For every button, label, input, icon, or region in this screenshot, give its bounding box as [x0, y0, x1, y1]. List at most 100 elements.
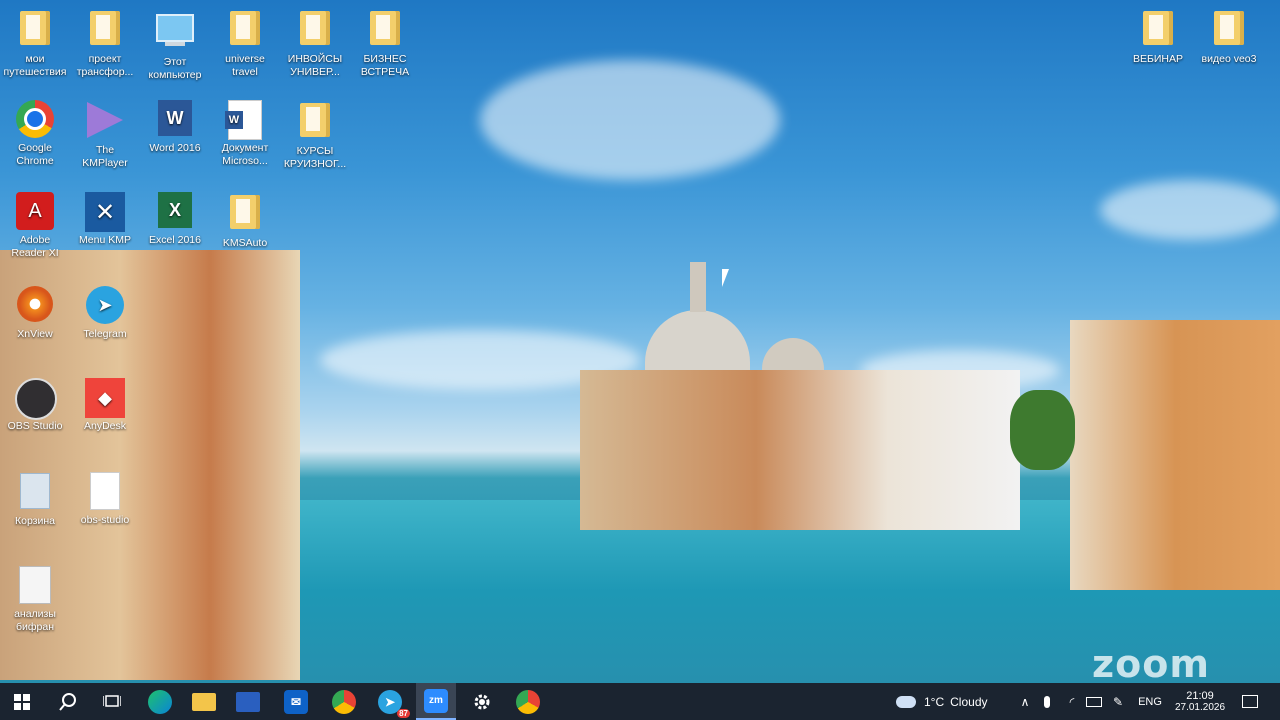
- desktop-icon-folder[interactable]: universe travel: [210, 8, 280, 79]
- desktop-icon-label: obs-studio: [80, 514, 130, 526]
- desktop-icon-label: XnView: [17, 328, 53, 340]
- desktop-icon-obs[interactable]: OBS Studio: [0, 378, 70, 433]
- taskbar-chrome-2[interactable]: [512, 683, 544, 720]
- desktop-icon-folder[interactable]: KMSAuto: [210, 192, 280, 250]
- clock-date: 27.01.2026: [1174, 702, 1226, 713]
- desktop-icon-folder[interactable]: ИНВОЙСЫ УНИВЕР...: [280, 8, 350, 79]
- desktop-icon-anydesk[interactable]: ◆ AnyDesk: [70, 378, 140, 433]
- taskbar-store[interactable]: [232, 683, 264, 720]
- language-label: ENG: [1138, 695, 1162, 708]
- document-icon: [15, 566, 55, 606]
- start-button[interactable]: [6, 683, 38, 720]
- desktop-icon-label: Корзина: [15, 515, 55, 527]
- desktop-icon-chrome[interactable]: Google Chrome: [0, 100, 70, 168]
- folder-icon: [295, 11, 335, 51]
- zoom-icon: zm: [424, 688, 448, 713]
- desktop-icon-kmplayer[interactable]: The KMPlayer: [70, 100, 140, 170]
- pen-tray[interactable]: ✎: [1108, 683, 1128, 720]
- desktop-icon-label: проект трансфор...: [76, 53, 134, 78]
- desktop-icon-xnview[interactable]: XnView: [0, 286, 70, 341]
- wallpaper-cloud: [1100, 180, 1280, 240]
- desktop-icon-recycle-bin[interactable]: Корзина: [0, 470, 70, 528]
- task-view-button[interactable]: [96, 683, 128, 720]
- folder-icon: [1209, 11, 1249, 51]
- notification-icon: [1242, 695, 1258, 708]
- desktop-icon-label: Adobe Reader XI: [11, 234, 59, 259]
- desktop-icon-label: Word 2016: [149, 142, 201, 154]
- folder-icon: [295, 103, 335, 143]
- desktop-icon-folder[interactable]: видео veo3: [1194, 8, 1264, 66]
- desktop-icon-label: AnyDesk: [83, 420, 126, 432]
- desktop-icon-file[interactable]: obs-studio: [70, 470, 140, 527]
- mouse-cursor: [722, 269, 729, 287]
- taskbar-zoom[interactable]: zm: [416, 683, 456, 720]
- store-icon: [236, 691, 260, 712]
- windows-icon: [14, 693, 30, 710]
- taskbar-edge[interactable]: [144, 683, 176, 720]
- taskbar-file-explorer[interactable]: [188, 683, 220, 720]
- desktop-icon-folder[interactable]: БИЗНЕС ВСТРЕЧА: [350, 8, 420, 79]
- weather-widget[interactable]: 1°C Cloudy: [896, 683, 1006, 720]
- folder-icon: [225, 195, 265, 235]
- file-icon: [85, 472, 125, 512]
- anydesk-icon: ◆: [85, 378, 125, 418]
- kmp-menu-icon: ✕: [85, 192, 125, 232]
- desktop-icon-excel[interactable]: X Excel 2016: [140, 192, 210, 247]
- gear-icon: [474, 694, 490, 709]
- battery-tray[interactable]: [1084, 683, 1104, 720]
- desktop-icon-folder[interactable]: КУРСЫ КРУИЗНОГ...: [280, 100, 350, 171]
- chrome-icon: [516, 689, 540, 714]
- microphone-tray[interactable]: [1038, 683, 1056, 720]
- xnview-icon: [15, 286, 55, 326]
- obs-icon: [15, 378, 57, 420]
- desktop-icon-label: OBS Studio: [7, 420, 63, 432]
- wallpaper-lantern: [690, 262, 706, 312]
- excel-icon: X: [155, 192, 195, 232]
- show-hidden-icons-button[interactable]: ∧: [1016, 683, 1034, 720]
- microphone-icon: [1044, 695, 1050, 708]
- desktop-icon-label: Документ Microso...: [221, 142, 269, 167]
- network-tray[interactable]: ◜: [1062, 683, 1082, 720]
- edge-icon: [148, 689, 172, 714]
- taskbar-chrome[interactable]: [328, 683, 360, 720]
- language-indicator[interactable]: ENG: [1134, 683, 1166, 720]
- kmplayer-icon: [85, 102, 125, 142]
- word-icon: W: [155, 100, 195, 140]
- desktop-icon-label: мои путешествия: [3, 53, 67, 78]
- chevron-up-icon: ∧: [1020, 694, 1030, 709]
- telegram-icon: ➤: [85, 286, 125, 326]
- weather-condition: Cloudy: [950, 694, 988, 709]
- clock[interactable]: 21:09 27.01.2026: [1170, 683, 1230, 720]
- desktop-icon-folder[interactable]: проект трансфор...: [70, 8, 140, 79]
- desktop-icon-telegram[interactable]: ➤ Telegram: [70, 286, 140, 341]
- desktop-icon-label: Этот компьютер: [148, 56, 202, 81]
- desktop-icon-document[interactable]: анализы бифран: [0, 564, 70, 634]
- computer-icon: [155, 14, 195, 54]
- notifications-button[interactable]: [1236, 683, 1264, 720]
- desktop-icon-label: ВЕБИНАР: [1132, 53, 1184, 65]
- wallpaper-dome: [645, 310, 750, 370]
- desktop-icon-computer[interactable]: Этот компьютер: [140, 8, 210, 82]
- taskbar-settings[interactable]: [466, 683, 498, 720]
- desktop-icon-adobe-reader[interactable]: A Adobe Reader XI: [0, 192, 70, 260]
- desktop-icon-label: Google Chrome: [16, 142, 54, 167]
- search-icon: [59, 692, 76, 711]
- search-button[interactable]: [52, 683, 84, 720]
- desktop-icon-word-doc[interactable]: W Документ Microso...: [210, 100, 280, 168]
- battery-icon: [1086, 696, 1102, 707]
- desktop-icon-word[interactable]: W Word 2016: [140, 100, 210, 155]
- outlook-icon: ✉: [284, 689, 308, 714]
- taskbar-mail[interactable]: ✉: [280, 683, 312, 720]
- zoom-watermark: zoom: [1092, 642, 1210, 686]
- recycle-bin-icon: [15, 473, 55, 513]
- chrome-icon: [15, 100, 55, 140]
- folder-icon: [15, 11, 55, 51]
- desktop-icon-label: KMSAuto: [222, 237, 268, 249]
- taskbar-telegram[interactable]: ➤ 87: [374, 683, 410, 720]
- desktop-icon-folder[interactable]: ВЕБИНАР: [1123, 8, 1193, 66]
- weather-temp: 1°C: [924, 694, 945, 709]
- adobe-reader-icon: A: [15, 192, 55, 232]
- desktop-icon-kmp-menu[interactable]: ✕ Menu KMP: [70, 192, 140, 247]
- clock-time: 21:09: [1186, 690, 1214, 702]
- desktop-icon-folder[interactable]: мои путешествия: [0, 8, 70, 79]
